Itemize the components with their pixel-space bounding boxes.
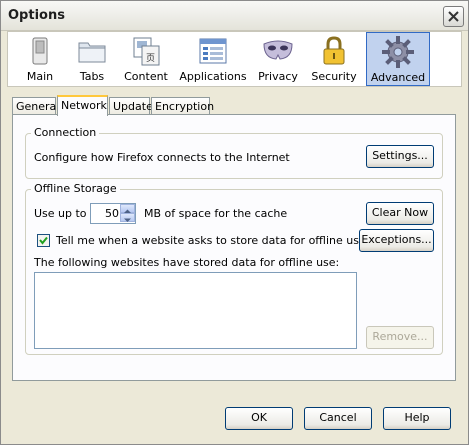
- cancel-button[interactable]: Cancel: [304, 407, 372, 430]
- help-button[interactable]: Help: [383, 407, 451, 430]
- pane-label: Advanced: [370, 71, 426, 84]
- settings-button[interactable]: Settings...: [366, 145, 434, 168]
- tab-update[interactable]: Update: [109, 97, 153, 115]
- mask-icon: [263, 40, 293, 60]
- pane-label: Content: [124, 70, 168, 83]
- clear-now-button[interactable]: Clear Now: [366, 202, 434, 225]
- pane-privacy[interactable]: Privacy: [254, 32, 302, 86]
- window-title: Options: [8, 8, 65, 23]
- folder-tabs-icon: [78, 42, 106, 63]
- remove-button-label: Remove...: [372, 330, 428, 343]
- pane-label: Security: [311, 70, 357, 83]
- pane-label: Applications: [179, 70, 247, 83]
- svg-text:页: 页: [146, 53, 155, 64]
- offline-storage-legend: Offline Storage: [31, 182, 120, 195]
- content-pages-icon: 页: [133, 37, 160, 66]
- use-up-to-label: Use up to: [34, 207, 87, 220]
- exceptions-button[interactable]: Exceptions...: [359, 229, 434, 252]
- tab-label: Update: [113, 100, 153, 113]
- clear-now-button-label: Clear Now: [371, 206, 429, 219]
- padlock-icon: [323, 36, 345, 65]
- settings-button-label: Settings...: [372, 149, 428, 162]
- applications-list-icon: [199, 38, 227, 64]
- spin-up-button[interactable]: [120, 204, 135, 213]
- pane-main[interactable]: Main: [14, 32, 66, 86]
- help-button-label: Help: [404, 411, 430, 424]
- tab-encryption[interactable]: Encryption: [151, 97, 214, 115]
- ok-button-label: OK: [251, 411, 267, 424]
- stored-sites-label: The following websites have stored data …: [34, 256, 340, 269]
- cache-size-value: 50: [105, 207, 119, 220]
- tab-network[interactable]: Network: [57, 95, 108, 116]
- offline-storage-group: Offline Storage Use up to 50 MB of space…: [25, 182, 443, 355]
- spinner-arrows: [120, 204, 135, 223]
- options-dialog: Options Main Tabs 页 Content Applications…: [0, 0, 469, 445]
- cache-suffix-label: MB of space for the cache: [144, 207, 288, 220]
- close-button[interactable]: [443, 6, 464, 27]
- stored-sites-list[interactable]: [34, 272, 357, 349]
- tell-me-label[interactable]: Tell me when a website asks to store dat…: [56, 234, 366, 247]
- pane-tabs[interactable]: Tabs: [68, 32, 116, 86]
- remove-button[interactable]: Remove...: [366, 326, 434, 349]
- pane-content[interactable]: 页 Content: [120, 32, 172, 86]
- pane-security[interactable]: Security: [308, 32, 360, 86]
- switch-icon: [32, 37, 48, 65]
- arrow-down-icon: [124, 218, 131, 222]
- checkmark-icon: [39, 236, 48, 245]
- title-bar[interactable]: Options: [1, 1, 468, 31]
- gear-icon: [382, 36, 414, 68]
- preferences-toolbar: Main Tabs 页 Content Applications Privacy…: [7, 31, 462, 87]
- tab-general[interactable]: General: [12, 97, 60, 115]
- spin-down-button[interactable]: [120, 213, 135, 222]
- network-tab-panel: Connection Configure how Firefox connect…: [12, 114, 456, 381]
- pane-label: Main: [26, 70, 54, 83]
- tab-label: Network: [61, 99, 107, 112]
- connection-group: Connection Configure how Firefox connect…: [25, 126, 443, 179]
- connection-legend: Connection: [31, 126, 100, 139]
- tab-label: Encryption: [155, 100, 215, 113]
- close-icon: [448, 11, 459, 22]
- tab-label: General: [16, 100, 60, 113]
- pane-advanced[interactable]: Advanced: [366, 32, 430, 86]
- cancel-button-label: Cancel: [319, 411, 357, 424]
- connection-description: Configure how Firefox connects to the In…: [34, 151, 290, 164]
- tell-me-checkbox[interactable]: [37, 234, 50, 247]
- ok-button[interactable]: OK: [225, 407, 293, 430]
- exceptions-button-label: Exceptions...: [361, 233, 432, 246]
- pane-label: Privacy: [258, 70, 298, 83]
- cache-size-spinner[interactable]: 50: [90, 203, 136, 224]
- pane-applications[interactable]: Applications: [178, 32, 248, 86]
- pane-label: Tabs: [79, 70, 105, 83]
